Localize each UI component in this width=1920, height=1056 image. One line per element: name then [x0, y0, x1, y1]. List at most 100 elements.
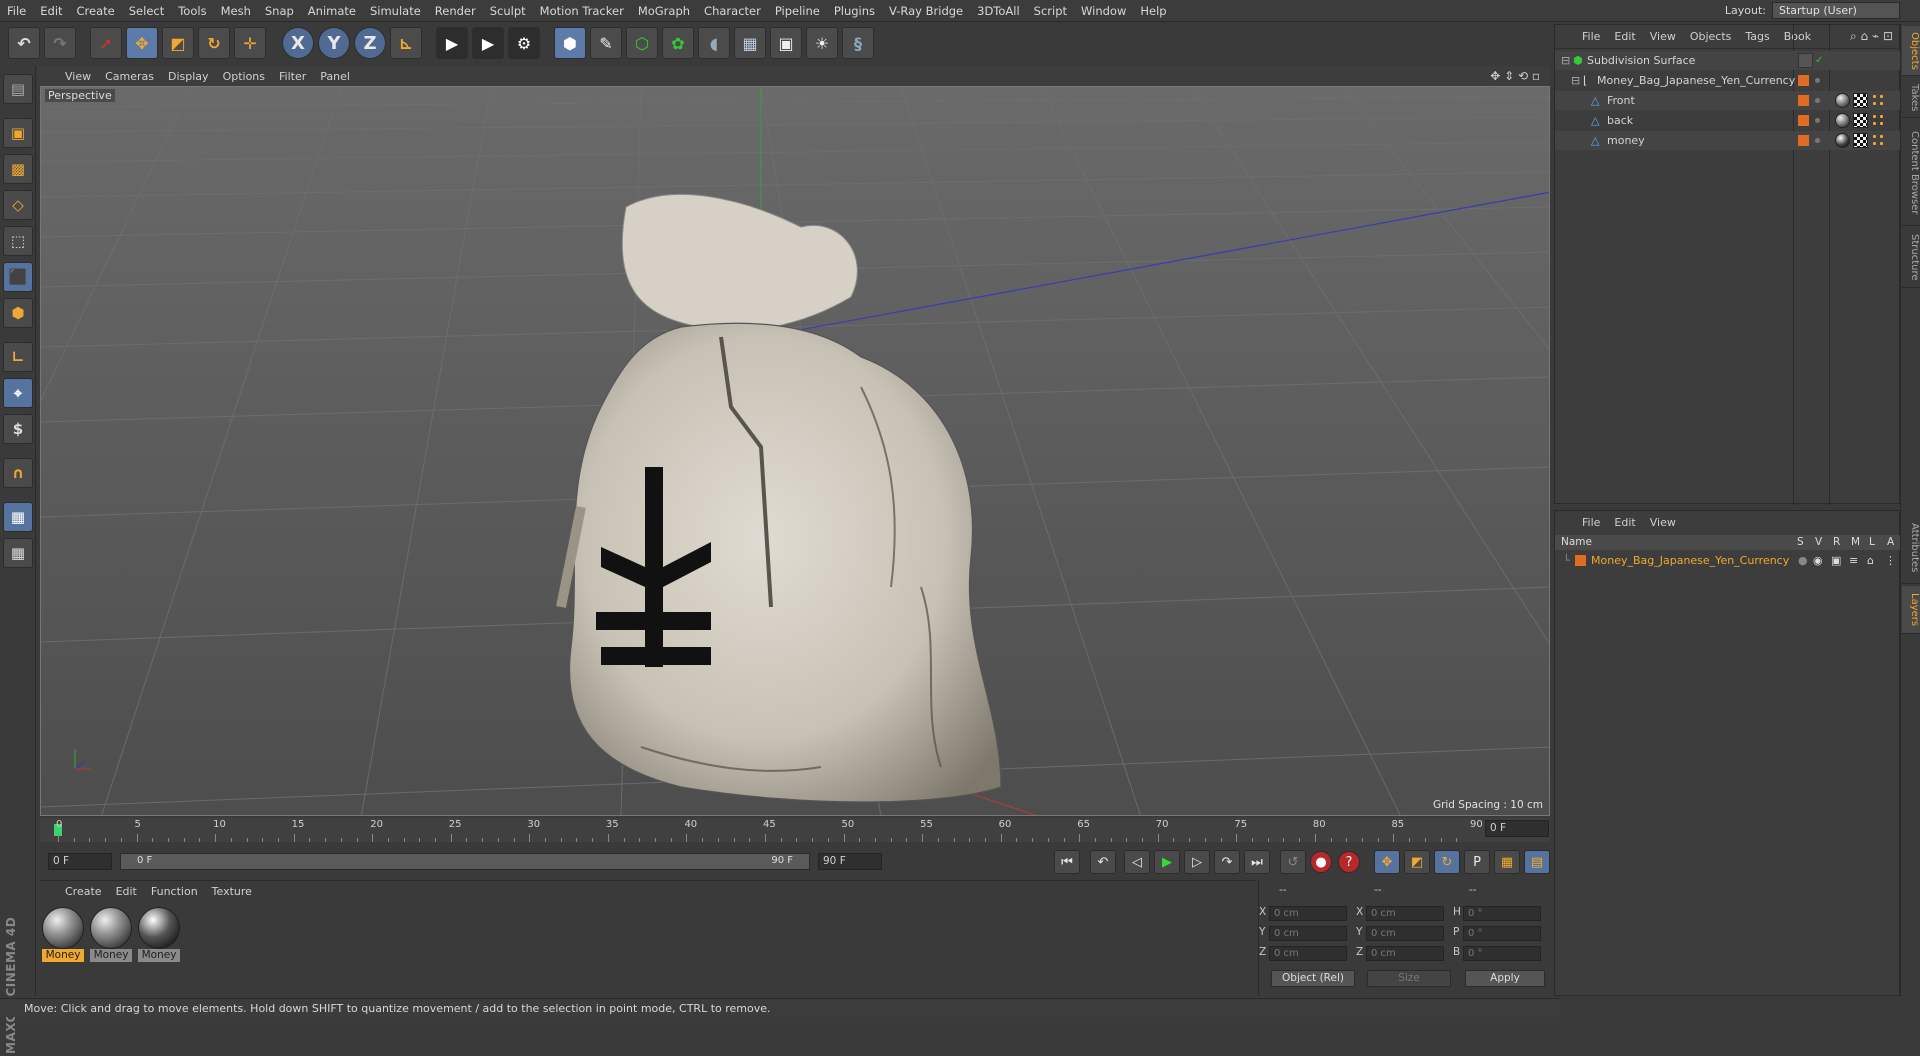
view-toggle-icon[interactable]: ◉	[1813, 552, 1823, 569]
goto-start-icon[interactable]: ⏮	[1054, 850, 1080, 874]
floor-scene-icon[interactable]: ▦	[734, 27, 766, 59]
viewport-menu-options[interactable]: Options	[216, 70, 272, 83]
uvw-tag-icon[interactable]	[1853, 93, 1868, 108]
render-toggle-icon[interactable]: ▣	[1831, 552, 1841, 569]
menu-motion-tracker[interactable]: Motion Tracker	[533, 0, 631, 22]
material-swatch[interactable]: Money	[90, 907, 134, 965]
position-x-field[interactable]: 0 cm	[1269, 906, 1347, 921]
layers-menu-file[interactable]: File	[1575, 516, 1607, 529]
object-row-money-bag[interactable]: ⊟ ⌊ Money_Bag_Japanese_Yen_Currency	[1555, 71, 1901, 90]
make-editable-icon[interactable]: ▤	[3, 74, 33, 104]
prev-key-icon[interactable]: ↶	[1090, 850, 1116, 874]
menu-edit[interactable]: Edit	[33, 0, 69, 22]
edges-mode-icon[interactable]: ⬛	[3, 262, 33, 292]
menu-character[interactable]: Character	[697, 0, 768, 22]
record-keyframe-icon[interactable]: ●	[1310, 851, 1332, 873]
key-position-icon[interactable]: ✥	[1374, 850, 1400, 874]
object-row-subdivision[interactable]: ⊟ ⬢ Subdivision Surface ✓	[1555, 51, 1901, 70]
manager-toggle-icon[interactable]: ≡	[1849, 552, 1858, 569]
menu-tools[interactable]: Tools	[171, 0, 213, 22]
next-frame-icon[interactable]: ▷	[1184, 850, 1210, 874]
object-menu-book[interactable]: Book	[1777, 30, 1818, 43]
layers-menu-edit[interactable]: Edit	[1607, 516, 1642, 529]
tweak-mode-icon[interactable]: ⌖	[3, 378, 33, 408]
coordinate-system-icon[interactable]: ⊾	[390, 27, 422, 59]
points-mode-icon[interactable]: ⬚	[3, 226, 33, 256]
key-scale-icon[interactable]: ◩	[1404, 850, 1430, 874]
camera-icon[interactable]: ▣	[770, 27, 802, 59]
lock-workplane-icon[interactable]: ▦	[3, 502, 33, 532]
size-x-field[interactable]: 0 cm	[1366, 906, 1444, 921]
snap-icon[interactable]: $	[3, 414, 33, 444]
material-tag-icon[interactable]	[1835, 133, 1850, 148]
next-key-icon[interactable]: ↷	[1214, 850, 1240, 874]
polygons-mode-icon[interactable]: ⬢	[3, 298, 33, 328]
subdivision-generator-icon[interactable]: ⬡	[626, 27, 658, 59]
menu-render[interactable]: Render	[428, 0, 483, 22]
play-icon[interactable]: ▶	[1154, 850, 1180, 874]
solo-toggle-icon[interactable]: ●	[1798, 552, 1808, 569]
visibility-dot[interactable]	[1815, 138, 1820, 143]
lock-toggle-icon[interactable]: ⌂	[1867, 552, 1874, 569]
z-axis-lock-icon[interactable]: Z	[354, 27, 386, 59]
visibility-dot[interactable]	[1815, 78, 1820, 83]
x-axis-lock-icon[interactable]: X	[282, 27, 314, 59]
object-menu-tags[interactable]: Tags	[1738, 30, 1776, 43]
key-pla-icon[interactable]: ▦	[1494, 850, 1520, 874]
tab-attributes[interactable]: Attributes	[1902, 512, 1920, 584]
object-row-front[interactable]: △ Front	[1555, 91, 1901, 110]
rotation-p-field[interactable]: 0 °	[1463, 926, 1541, 941]
viewport-menu-filter[interactable]: Filter	[272, 70, 313, 83]
material-swatch[interactable]: Money	[42, 907, 86, 965]
animation-toggle-icon[interactable]: ⋮	[1885, 552, 1896, 569]
transform-tool-icon[interactable]: ✛	[234, 27, 266, 59]
move-tool-icon[interactable]: ✥	[126, 27, 158, 59]
size-z-field[interactable]: 0 cm	[1366, 946, 1444, 961]
size-y-field[interactable]: 0 cm	[1366, 926, 1444, 941]
material-menu-create[interactable]: Create	[58, 885, 109, 898]
key-rotation-icon[interactable]: ↻	[1434, 850, 1460, 874]
layer-row[interactable]: └ Money_Bag_Japanese_Yen_Currency ● ◉ ▣ …	[1555, 552, 1901, 569]
material-tag-icon[interactable]	[1835, 113, 1850, 128]
object-menu-objects[interactable]: Objects	[1683, 30, 1739, 43]
object-row-back[interactable]: △ back	[1555, 111, 1901, 130]
tab-takes[interactable]: Takes	[1902, 78, 1920, 118]
layout-select[interactable]: Startup (User)	[1772, 2, 1900, 19]
key-parameter-icon[interactable]: P	[1464, 850, 1490, 874]
object-menu-edit[interactable]: Edit	[1607, 30, 1642, 43]
scale-tool-icon[interactable]: ◩	[162, 27, 194, 59]
viewport-menu-cameras[interactable]: Cameras	[98, 70, 161, 83]
end-frame-field[interactable]: 90 F	[818, 853, 882, 870]
perspective-viewport[interactable]: Perspective Grid Spacing : 10 cm	[40, 86, 1550, 816]
cloner-mograph-icon[interactable]: ✿	[662, 27, 694, 59]
object-search-icon[interactable]: ⌕ ⌂ ⌁ ⊡	[1850, 29, 1893, 44]
menu-snap[interactable]: Snap	[258, 0, 301, 22]
timeline-window-icon[interactable]: ▤	[1524, 850, 1550, 874]
size-mode-select[interactable]: Size	[1367, 970, 1451, 987]
frame-range-slider[interactable]: 0 F 90 F	[120, 853, 810, 870]
render-view-icon[interactable]: ▶	[436, 27, 468, 59]
uvw-tag-icon[interactable]	[1853, 113, 1868, 128]
menu-pipeline[interactable]: Pipeline	[768, 0, 827, 22]
python-icon[interactable]: §	[842, 27, 874, 59]
visibility-dot[interactable]	[1815, 118, 1820, 123]
autokey-icon[interactable]: ↺	[1280, 850, 1306, 874]
rotation-b-field[interactable]: 0 °	[1463, 946, 1541, 961]
menu-script[interactable]: Script	[1027, 0, 1074, 22]
position-z-field[interactable]: 0 cm	[1269, 946, 1347, 961]
viewport-menu-panel[interactable]: Panel	[313, 70, 357, 83]
workplane-icon[interactable]: ◇	[3, 190, 33, 220]
rotation-h-field[interactable]: 0 °	[1463, 906, 1541, 921]
object-row-money[interactable]: △ money	[1555, 131, 1901, 150]
light-icon[interactable]: ☀	[806, 27, 838, 59]
layers-menu-view[interactable]: View	[1643, 516, 1683, 529]
live-selection-icon[interactable]: ➚	[90, 27, 122, 59]
selection-tag-icon[interactable]	[1871, 133, 1886, 148]
record-auto-icon[interactable]: ?	[1338, 851, 1360, 873]
menu-sculpt[interactable]: Sculpt	[483, 0, 533, 22]
visibility-dot[interactable]	[1815, 98, 1820, 103]
material-menu-texture[interactable]: Texture	[205, 885, 259, 898]
object-menu-view[interactable]: View	[1643, 30, 1683, 43]
material-menu-edit[interactable]: Edit	[109, 885, 144, 898]
cube-primitive-icon[interactable]: ⬢	[554, 27, 586, 59]
